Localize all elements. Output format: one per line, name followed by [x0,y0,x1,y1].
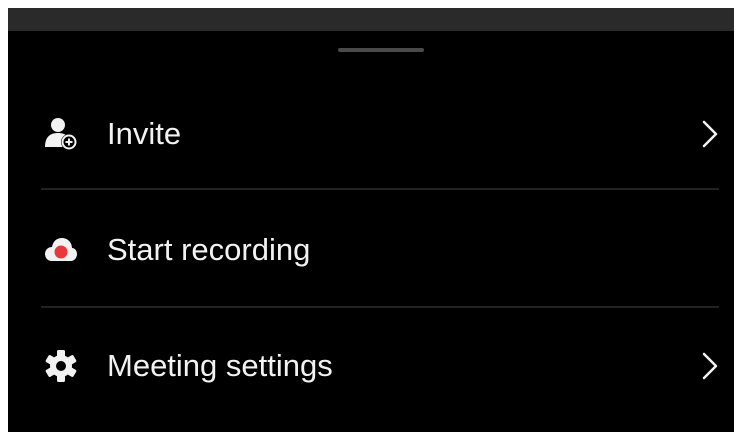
add-person-icon [44,117,78,151]
menu-item-invite[interactable]: Invite [8,76,734,192]
gear-icon [44,349,78,383]
menu-item-meeting-settings[interactable]: Meeting settings [8,308,734,424]
menu-item-label: Start recording [107,232,311,267]
chevron-right-icon [700,119,720,149]
top-bar [8,8,734,31]
chevron-right-icon [700,351,720,381]
divider [41,188,719,190]
menu-item-start-recording[interactable]: Start recording [8,192,734,308]
record-cloud-icon [44,233,78,267]
menu-item-label: Invite [107,116,182,151]
bottom-sheet-menu: Invite Start recording Meeting settings [8,8,734,432]
drag-handle[interactable] [338,48,424,52]
menu-item-label: Meeting settings [107,348,333,383]
